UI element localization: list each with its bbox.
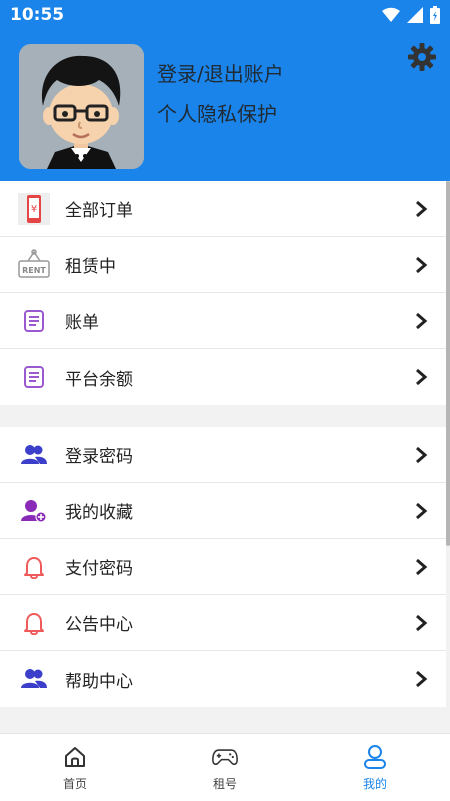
svg-text:¥: ¥ [31, 204, 37, 215]
menu-item-label: 全部订单 [65, 201, 133, 221]
chevron-right-icon [416, 256, 428, 273]
menu-item-label: 公告中心 [65, 615, 133, 635]
chevron-right-icon [416, 614, 428, 631]
nav-tab-mine[interactable]: 我的 [300, 734, 450, 801]
person-icon [362, 744, 388, 770]
scrollbar[interactable] [446, 181, 450, 546]
nav-tab-rent-account[interactable]: 租号 [150, 734, 300, 801]
avatar-cartoon-icon [19, 44, 144, 169]
avatar[interactable] [19, 44, 144, 169]
signal-icon [407, 7, 423, 23]
chevron-right-icon [416, 670, 428, 688]
gamepad-icon [212, 744, 238, 770]
menu-item-bill[interactable]: 账单 [0, 293, 446, 349]
home-icon [62, 744, 88, 770]
profile-header: 登录/退出账户 个人隐私保护 [0, 30, 450, 181]
menu-item-label: 租赁中 [65, 257, 116, 277]
menu-item-label: 帮助中心 [65, 671, 133, 692]
login-logout-link[interactable]: 登录/退出账户 [157, 58, 284, 87]
menu-item-label: 支付密码 [65, 559, 133, 579]
status-bar: 10:55 [0, 0, 450, 30]
users-icon [18, 663, 50, 695]
menu-item-help-center[interactable]: 帮助中心 [0, 651, 446, 707]
menu-item-announcement-center[interactable]: 公告中心 [0, 595, 446, 651]
svg-text:RENT: RENT [22, 266, 46, 275]
settings-button[interactable] [408, 43, 436, 71]
status-icons [382, 6, 440, 24]
users-icon [18, 439, 50, 471]
menu-item-label: 账单 [65, 313, 99, 333]
nav-tab-label: 我的 [362, 777, 387, 791]
gear-icon [408, 43, 436, 71]
nav-tab-label: 首页 [62, 777, 87, 791]
rent-sign-icon: RENT [18, 248, 50, 281]
chevron-right-icon [416, 312, 428, 329]
menu-group-account: 登录密码 我的收藏 支付密码 公告中心 帮助中心 [0, 427, 446, 707]
chevron-right-icon [416, 558, 428, 575]
battery-icon [430, 6, 440, 24]
menu-group-orders: ¥ 全部订单 RENT 租赁中 账单 平台余额 [0, 181, 446, 405]
privacy-protection-link[interactable]: 个人隐私保护 [157, 98, 277, 127]
bell-icon [18, 551, 50, 583]
menu-item-platform-balance[interactable]: 平台余额 [0, 349, 446, 405]
wifi-icon [382, 7, 400, 23]
menu-item-label: 平台余额 [65, 369, 133, 390]
chevron-right-icon [416, 200, 428, 217]
status-time: 10:55 [10, 5, 65, 25]
menu-item-login-password[interactable]: 登录密码 [0, 427, 446, 483]
nav-tab-label: 租号 [212, 777, 237, 791]
chevron-right-icon [416, 446, 428, 463]
user-add-icon [18, 495, 50, 527]
nav-tab-home[interactable]: 首页 [0, 734, 150, 801]
menu-item-my-favorites[interactable]: 我的收藏 [0, 483, 446, 539]
bill-icon [18, 305, 50, 337]
chevron-right-icon [416, 368, 428, 386]
menu-item-label: 登录密码 [65, 447, 133, 467]
balance-icon [18, 361, 50, 393]
chevron-right-icon [416, 502, 428, 519]
menu-item-renting[interactable]: RENT 租赁中 [0, 237, 446, 293]
phone-yuan-icon: ¥ [18, 192, 50, 225]
bell-icon [18, 607, 50, 639]
menu-item-label: 我的收藏 [65, 503, 133, 523]
menu-item-all-orders[interactable]: ¥ 全部订单 [0, 181, 446, 237]
menu-item-payment-password[interactable]: 支付密码 [0, 539, 446, 595]
bottom-nav: 首页 租号 我的 [0, 733, 450, 801]
